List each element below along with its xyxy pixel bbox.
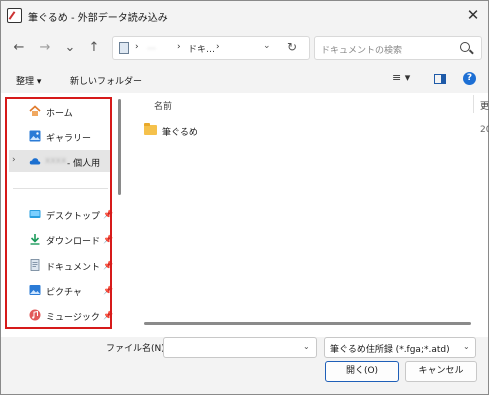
column-separator[interactable] bbox=[473, 95, 474, 113]
this-pc-icon bbox=[119, 42, 129, 54]
close-button[interactable]: ✕ bbox=[463, 5, 483, 25]
column-header-date[interactable]: 更 bbox=[480, 99, 489, 112]
file-type-select[interactable]: 筆ぐるめ住所録 (*.fga;*.atd) ⌄ bbox=[324, 337, 476, 358]
folder-icon bbox=[144, 123, 157, 135]
navigation-bar: ← → ⌄ ↑ › … › ドキ… › ⌄ ↻ ドキュメントの検索 bbox=[1, 31, 488, 65]
cancel-button[interactable]: キャンセル bbox=[405, 361, 477, 382]
search-icon[interactable] bbox=[460, 42, 470, 52]
annotation-highlight-box bbox=[5, 97, 112, 329]
nav-scrollbar[interactable] bbox=[118, 99, 121, 195]
filename-input[interactable]: ⌄ bbox=[163, 337, 317, 358]
search-input[interactable]: ドキュメントの検索 bbox=[321, 43, 402, 56]
address-dropdown-icon[interactable]: ⌄ bbox=[263, 41, 271, 51]
open-button[interactable]: 開く(O) bbox=[325, 361, 399, 382]
help-icon[interactable]: ? bbox=[463, 72, 476, 85]
fudegurume-app-icon bbox=[7, 8, 22, 23]
file-type-value: 筆ぐるめ住所録 (*.fga;*.atd) bbox=[330, 345, 450, 355]
breadcrumb-separator: › bbox=[216, 42, 220, 52]
organize-button[interactable]: 整理 ▾ bbox=[16, 74, 41, 87]
breadcrumb-documents[interactable]: ドキ… bbox=[188, 42, 215, 55]
up-button[interactable]: ↑ bbox=[84, 38, 104, 58]
horizontal-scrollbar[interactable] bbox=[144, 322, 471, 325]
view-options-icon[interactable]: ≡ ▾ bbox=[392, 71, 410, 84]
refresh-icon[interactable]: ↻ bbox=[287, 40, 297, 54]
file-row-name[interactable]: 筆ぐるめ bbox=[162, 125, 198, 138]
chevron-down-icon[interactable]: ⌄ bbox=[303, 342, 310, 351]
forward-button[interactable]: → bbox=[35, 38, 55, 58]
command-bar: 整理 ▾ 新しいフォルダー ≡ ▾ ? bbox=[1, 65, 488, 93]
open-file-dialog: 筆ぐるめ - 外部データ読み込み ✕ ← → ⌄ ↑ › … › ドキ… › ⌄… bbox=[0, 0, 489, 395]
preview-pane-icon[interactable] bbox=[434, 74, 446, 84]
breadcrumb-separator: › bbox=[135, 42, 139, 52]
title-bar: 筆ぐるめ - 外部データ読み込み ✕ bbox=[1, 1, 488, 31]
window-title: 筆ぐるめ - 外部データ読み込み bbox=[28, 13, 168, 24]
file-row-date: 20 bbox=[480, 125, 489, 135]
recent-locations-button[interactable]: ⌄ bbox=[60, 38, 80, 58]
back-button[interactable]: ← bbox=[9, 38, 29, 58]
address-bar[interactable]: › … › ドキ… › ⌄ ↻ bbox=[112, 36, 310, 60]
filename-label: ファイル名(N): bbox=[106, 344, 168, 354]
chevron-down-icon[interactable]: ⌄ bbox=[463, 342, 470, 351]
breadcrumb-separator: › bbox=[177, 42, 181, 52]
search-box[interactable]: ドキュメントの検索 bbox=[314, 36, 482, 60]
column-header-name[interactable]: 名前 bbox=[154, 99, 172, 112]
breadcrumb-user[interactable]: … bbox=[147, 42, 156, 52]
new-folder-button[interactable]: 新しいフォルダー bbox=[70, 74, 142, 87]
